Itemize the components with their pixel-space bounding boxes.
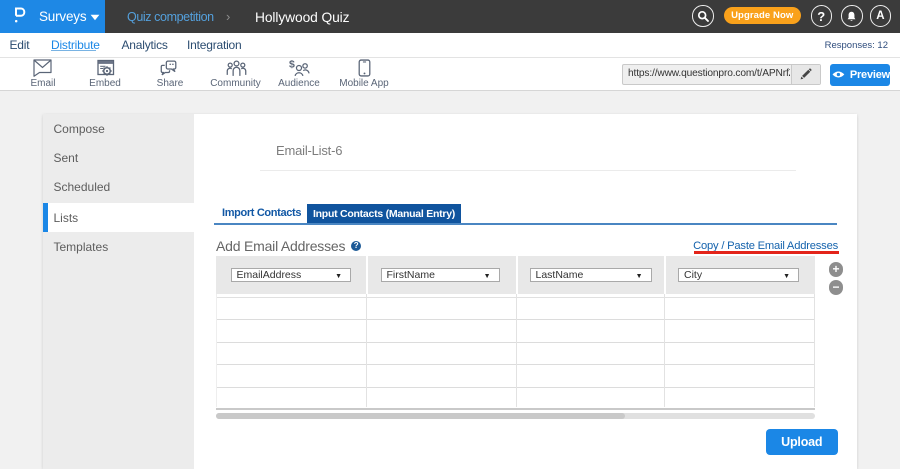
svg-text:$: $ [289, 59, 295, 70]
